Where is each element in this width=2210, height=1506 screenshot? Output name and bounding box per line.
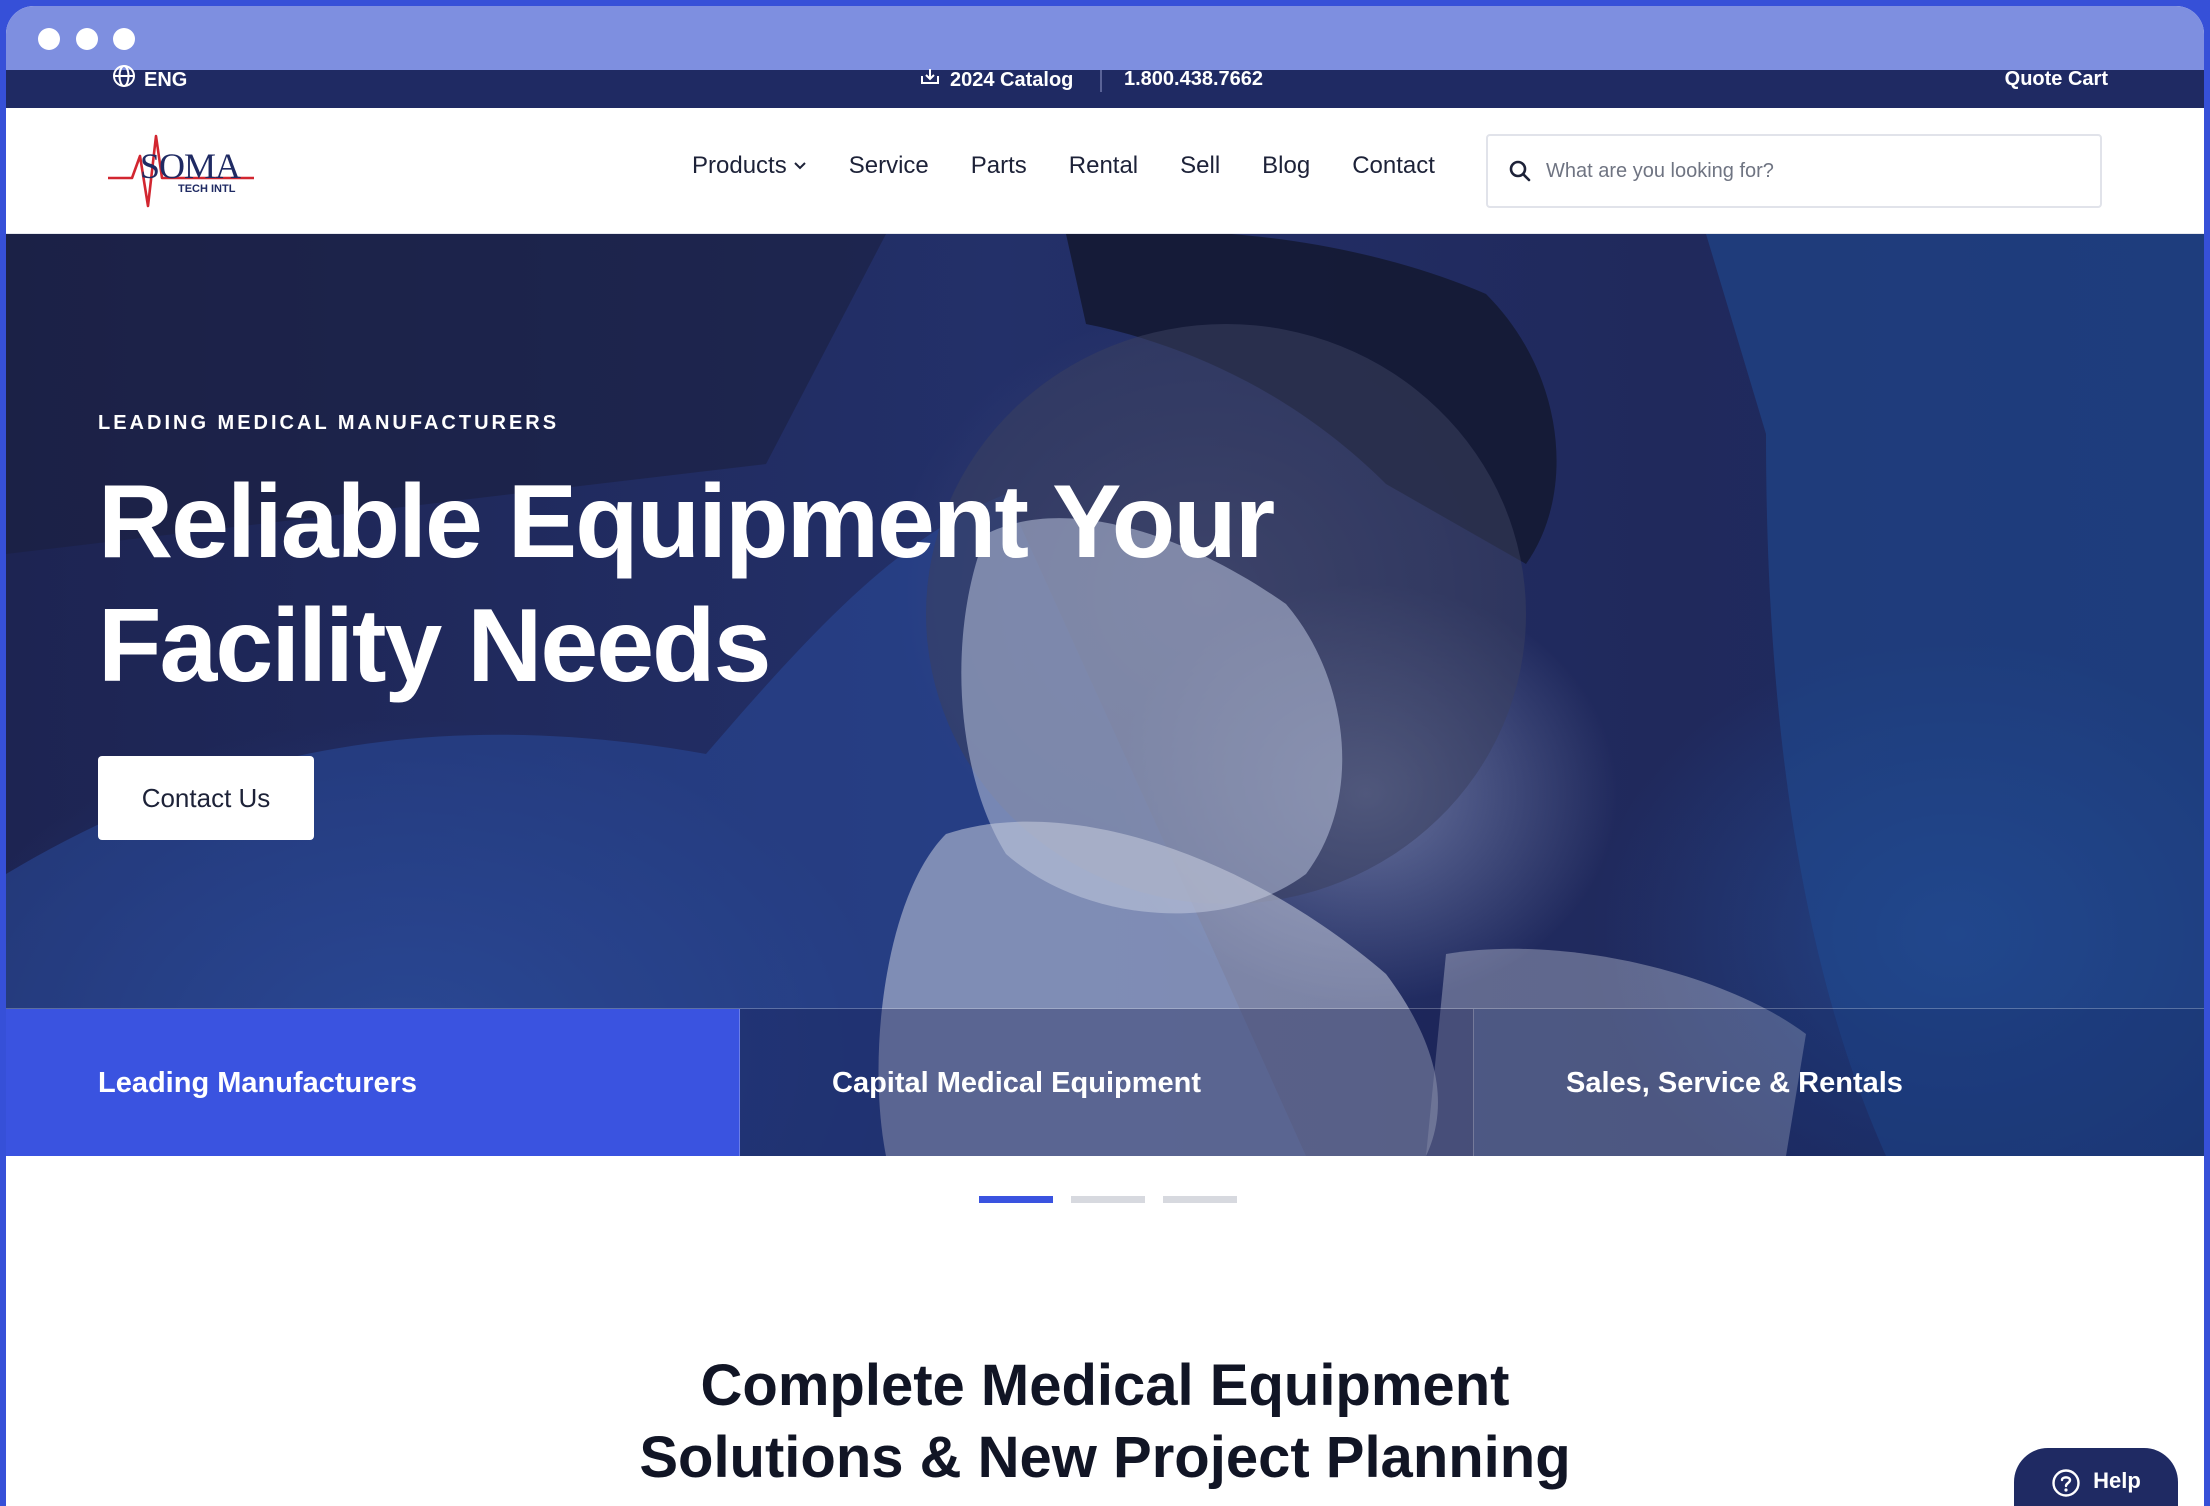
nav-item-contact[interactable]: Contact [1352,152,1435,180]
catalog-link[interactable]: 2024 Catalog [920,69,1074,91]
main-header: SOMA TECH INTL Products Service Parts Re… [6,108,2204,234]
logo-sub: TECH INTL [178,183,236,195]
question-circle-icon [2052,1469,2080,1497]
nav-item-parts[interactable]: Parts [971,152,1027,180]
hero-headline-line2: Facility Needs [98,588,771,704]
nav-label-products: Products [692,152,787,179]
nav-item-blog[interactable]: Blog [1262,152,1310,180]
language-selector[interactable]: ENG [112,65,188,91]
tab-leading-manufacturers[interactable]: Leading Manufacturers [6,1009,740,1156]
catalog-label: 2024 Catalog [950,69,1074,91]
contact-us-button[interactable]: Contact Us [98,756,314,840]
window-chrome [6,6,2204,70]
search-input[interactable] [1546,159,2066,183]
chevron-down-icon [794,162,806,170]
nav-item-service[interactable]: Service [849,152,929,180]
window-close-dot[interactable] [38,28,60,50]
tab-sales-service-rentals[interactable]: Sales, Service & Rentals [1474,1009,2204,1156]
help-button[interactable]: Help [2014,1448,2178,1506]
help-label: Help [2093,1468,2141,1493]
slide-indicator-1[interactable] [979,1196,1053,1203]
quote-cart-link[interactable]: Quote Cart [2005,69,2108,89]
nav-item-products[interactable]: Products [692,152,807,180]
download-icon [921,69,939,84]
window-maximize-dot[interactable] [113,28,135,50]
hero-tabs: Leading Manufacturers Capital Medical Eq… [6,1008,2204,1156]
globe-icon [113,65,135,87]
topbar-divider [1100,70,1102,92]
tab-capital-medical-equipment[interactable]: Capital Medical Equipment [740,1009,1474,1156]
slide-indicators [979,1196,1237,1203]
section-title-line1: Complete Medical Equipment [700,1353,1510,1418]
logo-brand: SOMA [140,146,241,186]
search-box [1486,134,2102,208]
browser-window: ENG 2024 Catalog 1.800.438.7662 Quote Ca… [6,6,2204,1506]
soma-logo[interactable]: SOMA TECH INTL [106,128,256,214]
search-icon[interactable] [1508,159,1532,183]
language-label: ENG [144,69,188,91]
hero-eyebrow: LEADING MEDICAL MANUFACTURERS [98,412,560,434]
hero-headline: Reliable Equipment Your Facility Needs [98,460,1398,708]
phone-link[interactable]: 1.800.438.7662 [1124,69,1263,89]
utility-bar: ENG 2024 Catalog 1.800.438.7662 Quote Ca… [6,65,2204,108]
primary-nav: Products Service Parts Rental Sell Blog … [692,152,1435,180]
hero-slider: LEADING MEDICAL MANUFACTURERS Reliable E… [6,234,2204,1156]
nav-item-rental[interactable]: Rental [1069,152,1138,180]
window-minimize-dot[interactable] [76,28,98,50]
slide-indicator-3[interactable] [1163,1196,1237,1203]
section-title: Complete Medical Equipment Solutions & N… [6,1350,2204,1494]
slide-indicator-2[interactable] [1071,1196,1145,1203]
hero-headline-line1: Reliable Equipment Your [98,464,1275,580]
nav-item-sell[interactable]: Sell [1180,152,1220,180]
section-title-line2: Solutions & New Project Planning [639,1425,1571,1490]
